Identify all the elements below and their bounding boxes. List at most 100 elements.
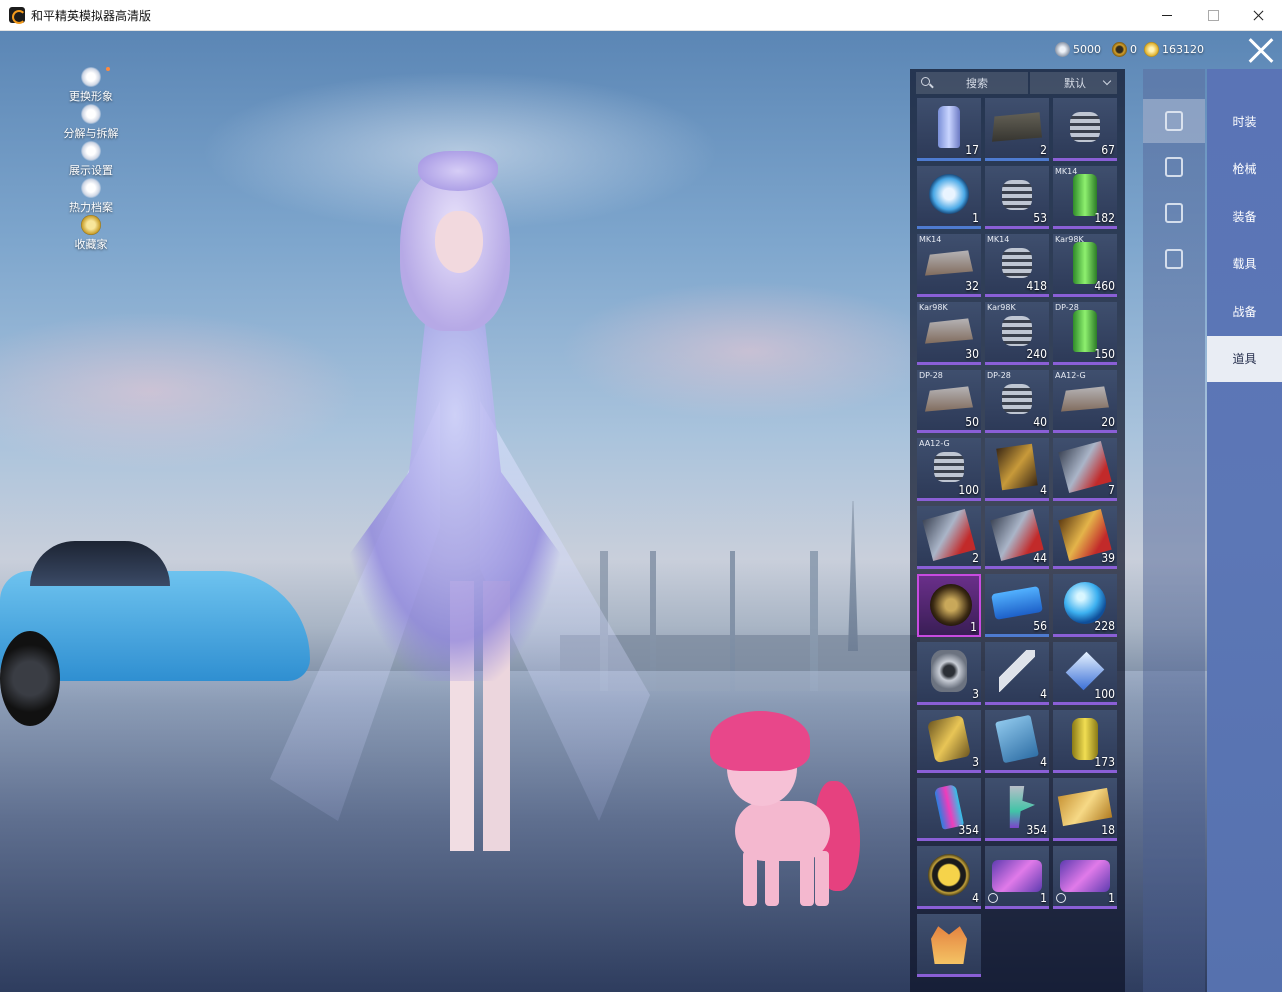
close-window-button[interactable] xyxy=(1236,0,1282,31)
tab-5[interactable]: 道具 xyxy=(1207,335,1282,382)
inventory-item[interactable]: 3 xyxy=(917,710,981,773)
grenade-icon xyxy=(1072,718,1098,760)
category-ticket-button[interactable] xyxy=(1143,237,1205,281)
inventory-item[interactable]: 1 xyxy=(917,574,981,637)
category-firework-button[interactable] xyxy=(1143,191,1205,235)
item-count: 3 xyxy=(972,755,979,769)
close-icon[interactable] xyxy=(1248,37,1274,63)
left-menu: 更换形象 分解与拆解 展示设置 热力档案 收藏家 xyxy=(58,67,124,252)
item-count: 100 xyxy=(1094,687,1115,701)
inventory-item[interactable]: DP-28 50 xyxy=(917,370,981,433)
sort-dropdown[interactable]: 默认 xyxy=(1030,72,1117,94)
inventory-item[interactable]: 354 xyxy=(985,778,1049,841)
inventory-item[interactable]: 4 xyxy=(985,642,1049,705)
inventory-item[interactable]: 7 xyxy=(1053,438,1117,501)
item-count: 2 xyxy=(1040,143,1047,157)
inventory-item[interactable]: MK14 418 xyxy=(985,234,1049,297)
inventory-item[interactable]: 354 xyxy=(917,778,981,841)
category-card-button[interactable] xyxy=(1143,99,1205,143)
inventory-item[interactable]: Kar98K 30 xyxy=(917,302,981,365)
item-count: 18 xyxy=(1101,823,1115,837)
collector-button[interactable]: 收藏家 xyxy=(58,215,124,252)
inventory-item[interactable]: 4 xyxy=(917,846,981,909)
mag-icon xyxy=(925,386,973,412)
inventory-item[interactable]: 173 xyxy=(1053,710,1117,773)
inventory-item[interactable]: 56 xyxy=(985,574,1049,637)
tab-3[interactable]: 载具 xyxy=(1207,241,1282,287)
item-count: 173 xyxy=(1094,755,1115,769)
search-input[interactable]: 搜索 xyxy=(916,72,1028,94)
inventory-item[interactable]: 100 xyxy=(1053,642,1117,705)
blue-card-icon xyxy=(995,714,1039,764)
decompose-button[interactable]: 分解与拆解 xyxy=(58,104,124,141)
star-badge-icon xyxy=(928,854,970,896)
item-count: 228 xyxy=(1094,619,1115,633)
inventory-item[interactable]: 1 xyxy=(917,166,981,229)
spring-icon xyxy=(1002,384,1032,414)
tab-0[interactable]: 时装 xyxy=(1207,98,1282,144)
gold-tag-icon xyxy=(1057,787,1113,827)
inventory-item[interactable]: 39 xyxy=(1053,506,1117,569)
inventory-item[interactable]: 2 xyxy=(917,506,981,569)
character-face xyxy=(435,211,483,273)
item-weapon-tag: MK14 xyxy=(987,235,1010,244)
collector-badge-icon xyxy=(81,215,101,235)
item-count: 20 xyxy=(1101,415,1115,429)
tab-4[interactable]: 战备 xyxy=(1207,288,1282,334)
tab-2[interactable]: 装备 xyxy=(1207,193,1282,239)
key-icon xyxy=(999,650,1035,692)
heat-archive-button[interactable]: 热力档案 xyxy=(58,178,124,215)
category-tabs: 时装 枪械 装备 载具 战备 道具 xyxy=(1207,69,1282,992)
inventory-item[interactable]: 3 xyxy=(917,642,981,705)
inventory-item[interactable]: 17 xyxy=(917,98,981,161)
inventory-item[interactable]: AA12-G 100 xyxy=(917,438,981,501)
player-character[interactable] xyxy=(270,151,650,881)
item-count: 40 xyxy=(1033,415,1047,429)
pony-pet[interactable] xyxy=(705,711,865,911)
inventory-item[interactable]: Kar98K 460 xyxy=(1053,234,1117,297)
inventory-item[interactable]: 228 xyxy=(1053,574,1117,637)
clock-icon xyxy=(988,893,998,903)
inventory-item[interactable]: 4 xyxy=(985,438,1049,501)
inventory-item[interactable]: Kar98K 240 xyxy=(985,302,1049,365)
item-count: 44 xyxy=(1033,551,1047,565)
minimize-button[interactable] xyxy=(1144,0,1190,31)
item-count: 354 xyxy=(958,823,979,837)
tab-1[interactable]: 枪械 xyxy=(1207,146,1282,192)
inventory-item[interactable]: 1 xyxy=(985,846,1049,909)
gold-token-amount: 0 xyxy=(1130,42,1137,56)
inventory-item[interactable]: 1 xyxy=(1053,846,1117,909)
item-weapon-tag: DP-28 xyxy=(919,371,943,380)
mag-icon xyxy=(1061,386,1109,412)
pink-card-icon xyxy=(992,860,1042,892)
category-calendar-button[interactable] xyxy=(1143,145,1205,189)
display-settings-button[interactable]: 展示设置 xyxy=(58,141,124,178)
inventory-item[interactable]: 67 xyxy=(1053,98,1117,161)
character-bow xyxy=(418,151,498,191)
inventory-item[interactable]: MK14 182 xyxy=(1053,166,1117,229)
inventory-item[interactable]: 44 xyxy=(985,506,1049,569)
spring-icon xyxy=(1002,180,1032,210)
green-icon xyxy=(1073,310,1097,352)
inventory-item[interactable]: 4 xyxy=(985,710,1049,773)
inventory-item[interactable] xyxy=(917,914,981,977)
inventory-item[interactable]: 53 xyxy=(985,166,1049,229)
inventory-item[interactable]: DP-28 40 xyxy=(985,370,1049,433)
inventory-item[interactable]: 18 xyxy=(1053,778,1117,841)
item-count: 1 xyxy=(972,211,979,225)
pony-mane xyxy=(710,711,810,771)
item-weapon-tag: DP-28 xyxy=(987,371,1011,380)
change-avatar-button[interactable]: 更换形象 xyxy=(58,67,124,104)
maximize-button[interactable] xyxy=(1190,0,1236,31)
inventory-item[interactable]: 2 xyxy=(985,98,1049,161)
inventory-item[interactable]: AA12-G 20 xyxy=(1053,370,1117,433)
inventory-item[interactable]: DP-28 150 xyxy=(1053,302,1117,365)
ticket-red-icon xyxy=(922,509,976,561)
item-count: 39 xyxy=(1101,551,1115,565)
calendar-icon xyxy=(1165,157,1183,177)
window-controls xyxy=(1144,0,1282,31)
item-count: 53 xyxy=(1033,211,1047,225)
inventory-item[interactable]: MK14 32 xyxy=(917,234,981,297)
mag-icon xyxy=(925,250,973,276)
puzzle-icon xyxy=(81,104,101,124)
